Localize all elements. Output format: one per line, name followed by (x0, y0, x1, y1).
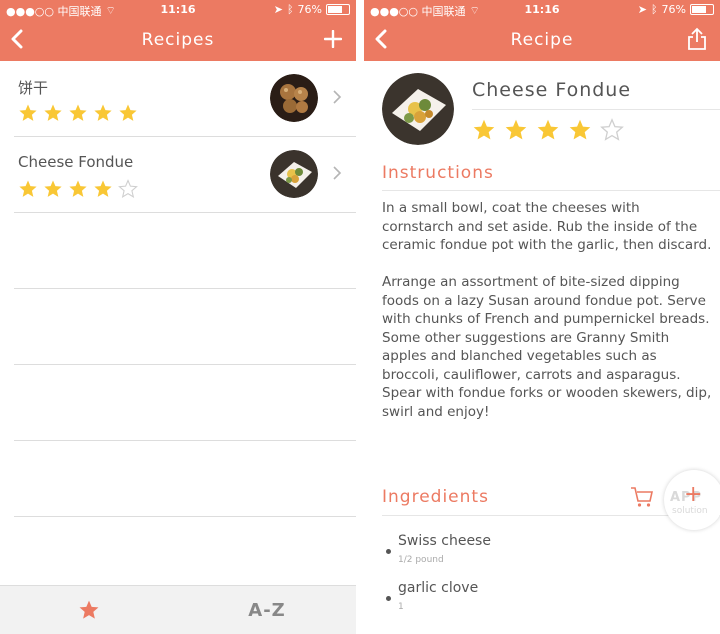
star-icon (79, 600, 99, 619)
bluetooth-icon: ᛒ (650, 3, 658, 16)
page-title: Recipe (510, 30, 574, 50)
star-filled-icon (44, 180, 62, 197)
nav-bar: ●●●○○ 中国联通 ⌔ 11:16 ➤ ᛒ 76% Recipe (364, 0, 720, 61)
empty-row (14, 289, 356, 365)
empty-row (14, 365, 356, 441)
recipe-thumbnail (270, 74, 318, 122)
plus-icon: + (684, 482, 703, 507)
ingredients-heading: Ingredients (382, 487, 489, 507)
bullet (386, 549, 391, 554)
instructions-text: In a small bowl, coat the cheeses with c… (382, 199, 712, 440)
bullet (386, 596, 391, 601)
battery-icon (690, 4, 714, 15)
tab-favorites[interactable] (0, 586, 178, 634)
share-icon (688, 27, 706, 50)
recipes-list-screen: ●●●○○ 中国联通 ⌔ 11:16 ➤ ᛒ 76% Recipes 饼干 Chees… (0, 0, 356, 634)
star-filled-icon (94, 180, 112, 197)
recipe-name: Cheese Fondue (18, 153, 134, 171)
recipe-row[interactable]: 饼干 (14, 61, 356, 137)
battery-percent: 76% (661, 3, 686, 16)
empty-row (14, 213, 356, 289)
ingredient-name: garlic clove (398, 580, 479, 596)
battery-icon (326, 4, 350, 15)
share-button[interactable] (682, 24, 712, 54)
add-recipe-button[interactable] (318, 24, 348, 54)
star-filled-icon (44, 104, 62, 121)
bluetooth-icon: ᛒ (286, 3, 294, 16)
recipe-name: 饼干 (18, 79, 49, 97)
rating-stars (18, 103, 138, 123)
star-filled-icon (537, 119, 559, 140)
battery-percent: 76% (297, 3, 322, 16)
star-filled-icon (569, 119, 591, 140)
recipe-title: Cheese Fondue (472, 79, 632, 101)
rating-stars[interactable] (472, 118, 624, 142)
tab-bar: A-Z (0, 585, 356, 634)
nav-bar: ●●●○○ 中国联通 ⌔ 11:16 ➤ ᛒ 76% Recipes (0, 0, 356, 61)
instructions-heading: Instructions (382, 163, 494, 183)
location-icon: ➤ (273, 3, 283, 16)
recipe-row[interactable]: Cheese Fondue (14, 137, 356, 213)
star-filled-icon (94, 104, 112, 121)
star-filled-icon (69, 180, 87, 197)
empty-row (14, 441, 356, 517)
status-bar: ●●●○○ 中国联通 ⌔ 11:16 ➤ ᛒ 76% (364, 0, 720, 20)
chevron-right-icon (333, 90, 342, 104)
star-filled-icon (19, 180, 37, 197)
recipe-thumbnail (270, 150, 318, 198)
floating-add-button[interactable]: APP solution + (664, 470, 720, 530)
star-filled-icon (69, 104, 87, 121)
ingredient-quantity: 1 (398, 602, 404, 612)
star-empty-icon (118, 179, 138, 198)
star-empty-icon (600, 118, 624, 141)
divider (472, 109, 720, 110)
instruction-paragraph: Arrange an assortment of bite-sized dipp… (382, 274, 712, 420)
star-filled-icon (505, 119, 527, 140)
instruction-paragraph: In a small bowl, coat the cheeses with c… (382, 200, 712, 253)
star-filled-icon (119, 104, 137, 121)
recipe-photo (382, 73, 454, 145)
divider (382, 190, 720, 191)
star-filled-icon (473, 119, 495, 140)
recipe-list: 饼干 Cheese Fondue (14, 61, 356, 517)
cart-icon[interactable] (630, 486, 654, 508)
ingredient-quantity: 1/2 pound (398, 555, 444, 565)
page-title: Recipes (141, 30, 215, 50)
plus-icon (324, 30, 342, 48)
watermark-subtext: solution (672, 506, 708, 516)
rating-stars (18, 179, 138, 199)
location-icon: ➤ (637, 3, 647, 16)
ingredient-name: Swiss cheese (398, 533, 491, 549)
recipe-detail-screen: ●●●○○ 中国联通 ⌔ 11:16 ➤ ᛒ 76% Recipe Cheese Fo… (364, 0, 720, 634)
chevron-right-icon (333, 166, 342, 180)
star-filled-icon (19, 104, 37, 121)
screen-divider (356, 0, 364, 634)
status-bar: ●●●○○ 中国联通 ⌔ 11:16 ➤ ᛒ 76% (0, 0, 356, 20)
tab-a-z[interactable]: A-Z (178, 586, 356, 634)
